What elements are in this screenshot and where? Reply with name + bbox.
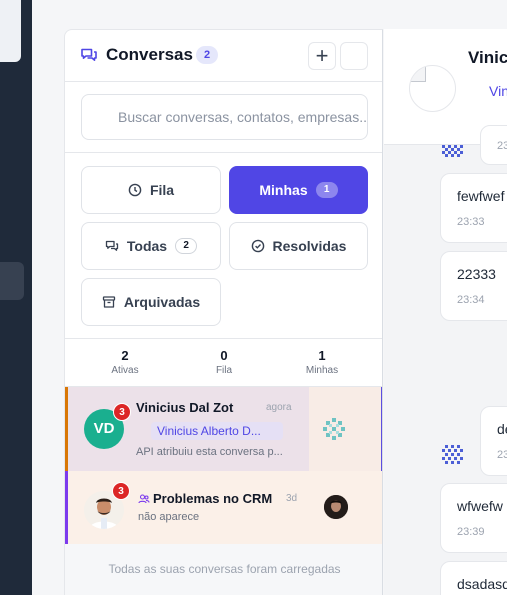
agent-avatar-icon <box>442 445 463 464</box>
filter-todas-button[interactable]: Todas 2 <box>81 222 221 270</box>
broken-image-icon <box>410 66 426 82</box>
message-bubble: 22333 23:34 <box>440 251 507 321</box>
message-bubble: fewfwef 23:33 <box>440 173 507 243</box>
contact-avatar <box>409 65 456 112</box>
filter-todas-label: Todas <box>126 238 168 254</box>
stat-label: Fila <box>215 365 233 376</box>
new-conversation-button[interactable]: + <box>308 42 336 70</box>
conversation-preview: API atribuiu esta conversa p... <box>136 446 283 458</box>
message-time: 23 <box>497 449 507 461</box>
channel-icon <box>323 418 345 440</box>
plus-icon: + <box>315 43 329 68</box>
filter-todas-count: 2 <box>175 238 198 254</box>
stat-fila: 0 Fila <box>174 348 274 376</box>
panel-header: Conversas 2 + <box>65 30 382 82</box>
filter-arquivadas-button[interactable]: Arquivadas <box>81 278 221 326</box>
message-time: 23:39 <box>457 526 485 538</box>
message-text: fewfwef <box>457 188 505 204</box>
stat-label: Minhas <box>305 365 339 376</box>
message-time: 23 <box>497 140 507 152</box>
message-text: 22333 <box>457 266 496 282</box>
chat-bubbles-icon <box>81 48 97 61</box>
search-bar <box>65 82 382 153</box>
more-options-button[interactable] <box>340 42 368 70</box>
conversation-name: Vinicius Dal Zot <box>136 400 234 415</box>
archive-icon <box>102 296 116 308</box>
conversation-name: Problemas no CRM <box>153 491 273 506</box>
conversation-time: 3d <box>286 493 298 504</box>
contact-name: Vinic <box>468 48 507 67</box>
filter-tabs: Fila Minhas 1 Todas 2 Resolvidas Arquiva… <box>65 153 382 338</box>
chat-panel: Vinic Vin 23 fewfwef 23:33 22333 23:34 d… <box>384 29 507 595</box>
message-text: dsadasd <box>457 576 507 592</box>
stat-value: 1 <box>318 348 326 363</box>
stat-value: 2 <box>121 348 129 363</box>
nav-rail-top-item[interactable] <box>0 0 21 62</box>
conversations-panel: Conversas 2 + Fila Minhas 1 Todas 2 Reso… <box>64 29 383 595</box>
filter-minhas-count: 1 <box>315 182 338 198</box>
conversation-item[interactable]: 3 Problemas no CRM 3d não aparece <box>65 471 382 544</box>
unread-badge: 3 <box>113 403 131 421</box>
page-title: Conversas <box>106 45 193 64</box>
stat-label: Ativas <box>111 365 139 376</box>
participant-avatar <box>324 495 348 519</box>
conversation-item[interactable]: VD 3 Vinicius Dal Zot agora Vinicius Alb… <box>65 387 382 471</box>
stat-ativas: 2 Ativas <box>75 348 175 376</box>
nav-rail-active-item[interactable] <box>0 262 24 300</box>
agent-avatar-icon <box>442 145 463 157</box>
conversation-item-body: VD 3 Vinicius Dal Zot agora Vinicius Alb… <box>68 387 309 471</box>
message-text: wfwefw <box>457 498 503 514</box>
stat-minhas: 1 Minhas <box>272 348 372 376</box>
chat-bubbles-icon <box>105 240 119 251</box>
message-bubble: dsadasd <box>440 561 507 595</box>
conversation-stats: 2 Ativas 0 Fila 1 Minhas <box>65 338 382 387</box>
assigned-agent-tag: Vinicius Alberto D... <box>151 422 283 440</box>
filter-resolvidas-button[interactable]: Resolvidas <box>229 222 368 270</box>
contact-subtitle[interactable]: Vin <box>489 83 507 99</box>
filter-minhas-button[interactable]: Minhas 1 <box>229 166 368 214</box>
message-bubble: de 23 <box>480 406 507 476</box>
conversation-count-badge: 2 <box>196 46 218 64</box>
message-time: 23:34 <box>457 294 485 306</box>
conversation-time: agora <box>266 402 292 413</box>
filter-fila-label: Fila <box>149 182 175 198</box>
check-circle-icon <box>251 239 264 253</box>
message-time: 23:33 <box>457 216 485 228</box>
filter-minhas-label: Minhas <box>259 182 308 198</box>
search-input[interactable] <box>81 94 368 140</box>
filter-fila-button[interactable]: Fila <box>81 166 221 214</box>
filter-resolvidas-label: Resolvidas <box>272 238 347 254</box>
stat-value: 0 <box>220 348 228 363</box>
conversation-preview: não aparece <box>138 511 200 523</box>
group-icon <box>138 494 150 504</box>
filter-arquivadas-label: Arquivadas <box>123 294 201 310</box>
message-text: de <box>497 421 507 437</box>
unread-badge: 3 <box>112 482 130 500</box>
message-bubble: wfwefw 23:39 <box>440 483 507 553</box>
message-bubble: 23 <box>480 125 507 165</box>
list-end-message: Todas as suas conversas foram carregadas <box>65 544 382 595</box>
clock-icon <box>128 183 142 197</box>
